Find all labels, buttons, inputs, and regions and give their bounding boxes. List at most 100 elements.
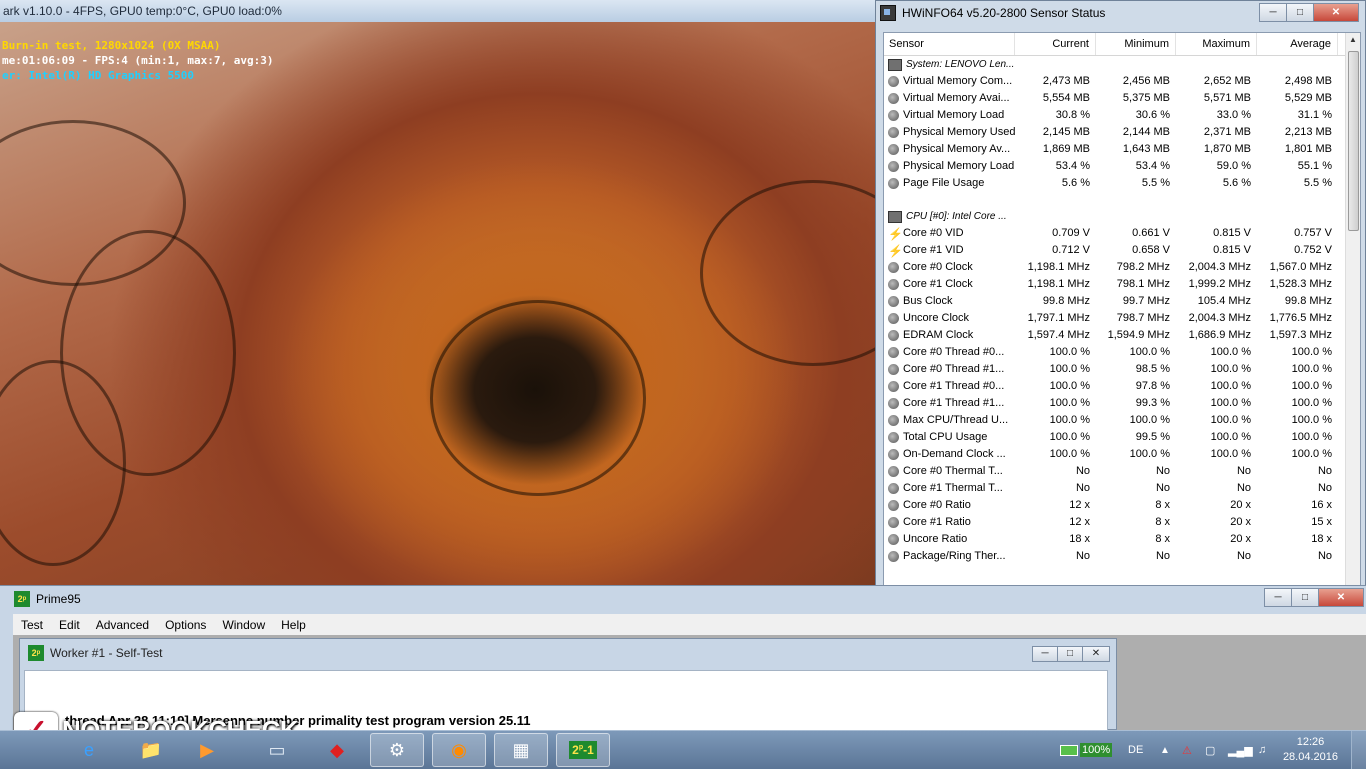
clock[interactable]: 12:26 28.04.2016 [1283, 735, 1338, 765]
network-warning-icon[interactable]: ⚠ [1182, 731, 1192, 769]
sensor-maximum-value: 2,371 MB [1203, 126, 1251, 138]
maximize-button[interactable]: □ [1057, 646, 1083, 662]
sensor-row[interactable]: Physical Memory Av... 1,869 MB 1,643 MB 1,8… [884, 141, 1346, 158]
sensor-minimum-value: 100.0 % [1129, 346, 1170, 358]
hwinfo-title-bar[interactable]: HWiNFO64 v5.20-2800 Sensor Status ─ □ ✕ [876, 1, 1365, 25]
sensor-average-value: 100.0 % [1291, 380, 1332, 392]
signal-strength-icon[interactable]: ▂▄▆ [1228, 731, 1253, 769]
sensor-icon [888, 466, 899, 477]
minimize-button[interactable]: ─ [1264, 588, 1292, 607]
prime95-icon[interactable]: 2p-1 [556, 733, 610, 767]
sensor-table: Sensor Current Minimum Maximum Average S… [884, 33, 1346, 565]
sensor-average-value: 16 x [1311, 499, 1332, 511]
sensor-minimum-value: 2,144 MB [1122, 126, 1170, 138]
3dmark-icon[interactable]: ◆ [310, 733, 364, 767]
sensor-name: On-Demand Clock ... [903, 448, 1006, 460]
sensor-average-value: 100.0 % [1291, 346, 1332, 358]
sensor-minimum-value: No [1155, 550, 1170, 562]
menu-help[interactable]: Help [273, 618, 314, 632]
battery-indicator[interactable]: 100% [1060, 731, 1113, 769]
vertical-scrollbar[interactable]: ▲ [1345, 33, 1360, 585]
sensor-row[interactable]: Uncore Ratio 18 x 8 x 20 x 18 x [884, 531, 1346, 548]
sensor-row[interactable]: Virtual Memory Load 30.8 % 30.6 % 33.0 % 31.… [884, 107, 1346, 124]
steam-icon[interactable]: ⚙ [370, 733, 424, 767]
sensor-row[interactable]: Core #1 Thread #1... 100.0 % 99.3 % 100.0 %… [884, 395, 1346, 412]
prime95-title-bar[interactable]: 2p Prime95 ─ □ ✕ [0, 586, 1366, 612]
sensor-row[interactable]: Page File Usage 5.6 % 5.5 % 5.6 % 5.5 % [884, 175, 1346, 192]
menu-edit[interactable]: Edit [51, 618, 88, 632]
sensor-name: Physical Memory Av... [903, 143, 1011, 155]
sensor-average-value: 100.0 % [1291, 448, 1332, 460]
sensor-current-value: 100.0 % [1049, 414, 1090, 426]
maximize-button[interactable]: □ [1291, 588, 1319, 607]
scrollbar-thumb[interactable] [1348, 51, 1359, 231]
menu-advanced[interactable]: Advanced [88, 618, 157, 632]
sensor-group-cpu[interactable]: CPU [#0]: Intel Core ... [884, 208, 1346, 225]
minimize-button[interactable]: ─ [1032, 646, 1058, 662]
column-header-maximum[interactable]: Maximum [1176, 33, 1257, 55]
sensor-row[interactable]: On-Demand Clock ... 100.0 % 100.0 % 100.0 %… [884, 446, 1346, 463]
sensor-row[interactable]: Physical Memory Load 53.4 % 53.4 % 59.0 % 55… [884, 158, 1346, 175]
media-player-icon[interactable]: ▶ [180, 733, 234, 767]
language-indicator[interactable]: DE [1128, 731, 1143, 769]
sensor-row[interactable]: Total CPU Usage 100.0 % 99.5 % 100.0 % 100.0… [884, 429, 1346, 446]
sensor-minimum-value: 30.6 % [1135, 109, 1170, 121]
sensor-row[interactable]: Core #1 Ratio 12 x 8 x 20 x 15 x [884, 514, 1346, 531]
sensor-row[interactable]: Virtual Memory Avai... 5,554 MB 5,375 MB 5,… [884, 90, 1346, 107]
furmark-title-bar[interactable]: ark v1.10.0 - 4FPS, GPU0 temp:0°C, GPU0 … [0, 0, 876, 22]
worker-title-bar[interactable]: 2p Worker #1 - Self-Test ─ □ ✕ [20, 639, 1116, 667]
minimize-button[interactable]: ─ [1259, 3, 1287, 22]
sensor-row[interactable]: Core #0 Thread #1... 100.0 % 98.5 % 100.0 %… [884, 361, 1346, 378]
hwinfo-icon[interactable]: ▦ [494, 733, 548, 767]
column-header-average[interactable]: Average [1257, 33, 1338, 55]
sensor-row[interactable]: Bus Clock 99.8 MHz 99.7 MHz 105.4 MHz 99.8 M… [884, 293, 1346, 310]
sensor-row[interactable]: Core #1 Clock 1,198.1 MHz 798.1 MHz 1,999.2… [884, 276, 1346, 293]
clock-date: 28.04.2016 [1282, 751, 1338, 763]
menu-test[interactable]: Test [13, 618, 51, 632]
prime95-logo-icon: 2p [28, 645, 44, 661]
file-explorer-icon[interactable]: 📁 [124, 733, 178, 767]
system-sensor-rows: Virtual Memory Com... 2,473 MB 2,456 MB 2,6… [884, 73, 1346, 192]
usb-icon[interactable]: ▢ [1205, 731, 1215, 769]
sensor-row[interactable]: Max CPU/Thread U... 100.0 % 100.0 % 100.0 %… [884, 412, 1346, 429]
menu-window[interactable]: Window [214, 618, 273, 632]
sensor-icon [888, 279, 899, 290]
maximize-button[interactable]: □ [1286, 3, 1314, 22]
sensor-minimum-value: 0.661 V [1132, 227, 1170, 239]
sensor-row[interactable]: ⚡ Core #0 VID 0.709 V 0.661 V 0.815 V 0.757 V [884, 225, 1346, 242]
show-desktop-button[interactable] [1351, 731, 1366, 769]
sensor-row[interactable]: Core #0 Ratio 12 x 8 x 20 x 16 x [884, 497, 1346, 514]
sensor-row[interactable]: ⚡ Core #1 VID 0.712 V 0.658 V 0.815 V 0.752 V [884, 242, 1346, 259]
show-hidden-icons-icon[interactable]: ▲ [1160, 731, 1170, 769]
sensor-group-system[interactable]: System: LENOVO Len... [884, 56, 1346, 73]
sensor-maximum-value: 1,686.9 MHz [1188, 329, 1251, 341]
close-button[interactable]: ✕ [1082, 646, 1110, 662]
sensor-average-value: 55.1 % [1297, 160, 1332, 172]
sensor-icon [888, 262, 899, 273]
worker-window-controls: ─ □ ✕ [1032, 646, 1110, 662]
internet-explorer-icon[interactable]: e [62, 733, 116, 767]
column-header-sensor[interactable]: Sensor [884, 33, 1015, 55]
column-header-current[interactable]: Current [1015, 33, 1096, 55]
sensor-row[interactable]: Package/Ring Ther... No No No No [884, 548, 1346, 565]
close-button[interactable]: ✕ [1313, 3, 1359, 22]
sensor-row[interactable]: Uncore Clock 1,797.1 MHz 798.7 MHz 2,004.3 … [884, 310, 1346, 327]
sensor-row[interactable]: Core #0 Thread #0... 100.0 % 100.0 % 100.0 … [884, 344, 1346, 361]
sensor-row[interactable]: Core #1 Thermal T... No No No No [884, 480, 1346, 497]
sensor-row[interactable]: Core #0 Thermal T... No No No No [884, 463, 1346, 480]
sensor-row[interactable]: Virtual Memory Com... 2,473 MB 2,456 MB 2,6… [884, 73, 1346, 90]
scroll-up-arrow-icon[interactable]: ▲ [1349, 35, 1357, 44]
volume-icon[interactable]: ♫ [1258, 731, 1266, 769]
furmark-icon[interactable]: ◉ [432, 733, 486, 767]
monitor-app-icon[interactable]: ▭ [250, 733, 304, 767]
sensor-row[interactable]: Core #1 Thread #0... 100.0 % 97.8 % 100.0 %… [884, 378, 1346, 395]
sensor-row[interactable]: Core #0 Clock 1,198.1 MHz 798.2 MHz 2,004.3… [884, 259, 1346, 276]
column-header-minimum[interactable]: Minimum [1096, 33, 1176, 55]
sensor-row[interactable]: EDRAM Clock 1,597.4 MHz 1,594.9 MHz 1,686.9… [884, 327, 1346, 344]
sensor-name: EDRAM Clock [903, 329, 974, 341]
menu-options[interactable]: Options [157, 618, 214, 632]
sensor-row[interactable]: Physical Memory Used 2,145 MB 2,144 MB 2,37… [884, 124, 1346, 141]
clock-time: 12:26 [1296, 736, 1325, 748]
furmark-renderer-line: er: Intel(R) HD Graphics 5500 [2, 69, 195, 82]
close-button[interactable]: ✕ [1318, 588, 1364, 607]
